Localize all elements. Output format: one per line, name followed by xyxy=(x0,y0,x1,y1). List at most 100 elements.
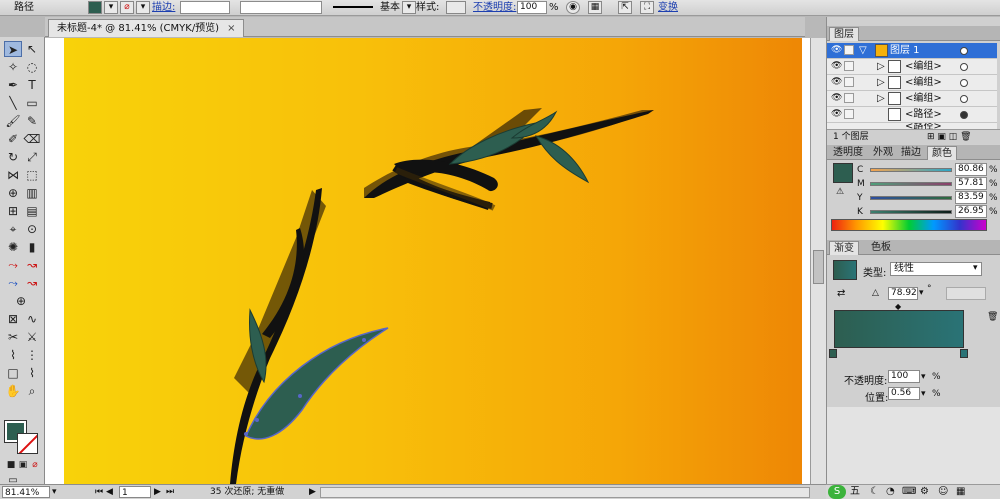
target-circle-icon[interactable] xyxy=(960,111,968,119)
eyedropper-icon[interactable]: ⌖ xyxy=(4,221,22,237)
width-tool-icon[interactable]: ⋈ xyxy=(4,167,22,183)
blend-tool-icon[interactable]: ⊙ xyxy=(23,221,41,237)
ime-moon-icon[interactable]: ☾ xyxy=(870,485,879,499)
magenta-value[interactable]: 57.81 xyxy=(955,177,987,190)
layer-row-3[interactable]: 👁 ▷ <编组> xyxy=(827,75,997,91)
gradient-stop-left[interactable] xyxy=(829,349,837,358)
direct-selection-tool-icon[interactable]: ↖ xyxy=(23,41,41,57)
layer-row-1[interactable]: 👁 ▽ 图层 1 xyxy=(827,43,997,59)
stroke-weight-field[interactable] xyxy=(180,1,230,14)
angle-field[interactable]: 78.92 xyxy=(888,287,918,300)
visibility-eye-icon[interactable]: 👁 xyxy=(831,61,842,71)
tab-gradient[interactable]: 渐变 xyxy=(829,241,859,255)
eraser-icon[interactable]: ⌫ xyxy=(23,131,41,147)
stroke-none-icon[interactable]: ⌀ xyxy=(120,1,134,14)
knife-icon[interactable]: ⚔ xyxy=(23,329,41,345)
eyedropper-tool-icon[interactable]: ⌇ xyxy=(23,365,41,381)
paintbrush-icon[interactable]: 🖌 xyxy=(4,113,22,129)
tab-swatches[interactable]: 色板 xyxy=(867,241,895,255)
expand-arrow-icon[interactable]: ▷ xyxy=(877,75,885,90)
next-artboard-icon[interactable]: ▶ xyxy=(154,486,161,498)
warp-icon[interactable]: ∿ xyxy=(23,311,41,327)
opacity-label[interactable]: 不透明度: xyxy=(473,0,516,15)
gradient-type-select[interactable]: 线性 xyxy=(890,262,982,276)
lock-toggle[interactable] xyxy=(844,61,854,71)
stop-opacity-dropdown-icon[interactable]: ▾ xyxy=(921,372,926,382)
stop-opacity-field[interactable]: 100 xyxy=(888,370,920,383)
style-picker[interactable] xyxy=(446,1,466,14)
first-artboard-icon[interactable]: ⏮ xyxy=(95,486,103,498)
color-spectrum-bar[interactable] xyxy=(831,219,987,231)
rect-select-icon[interactable]: □ xyxy=(4,365,22,381)
shape-builder-icon[interactable]: ⊕ xyxy=(4,185,22,201)
document-tab[interactable]: 未标题-4* @ 81.41% (CMYK/预览) × xyxy=(48,19,245,37)
select-similar-icon[interactable]: ⇱ xyxy=(618,1,632,14)
zoom-dropdown-icon[interactable]: ▾ xyxy=(52,486,57,498)
layers-footer-icons[interactable]: ⊞ ▣ ◫ 🗑 xyxy=(927,130,972,144)
lock-toggle[interactable] xyxy=(844,45,854,55)
opacity-field[interactable]: 100 xyxy=(517,1,547,14)
tab-color[interactable]: 颜色 xyxy=(927,146,957,160)
color-swatch[interactable] xyxy=(833,163,853,183)
align-icon[interactable]: ▦ xyxy=(588,1,602,14)
delete-stop-icon[interactable]: 🗑 xyxy=(987,312,998,322)
scissors-icon[interactable]: ✂ xyxy=(4,329,22,345)
gradient-tool-icon[interactable]: ▤ xyxy=(23,203,41,219)
status-menu-icon[interactable]: ▶ xyxy=(309,486,316,498)
black-slider[interactable]: K 26.95 % xyxy=(857,205,998,219)
stop-location-field[interactable]: 0.56 xyxy=(888,387,920,400)
yellow-slider[interactable]: Y 83.59 % xyxy=(857,191,998,205)
stop-location-dropdown-icon[interactable]: ▾ xyxy=(921,389,926,399)
ime-settings-icon[interactable]: ⚙ xyxy=(920,485,929,499)
tab-transparency[interactable]: 透明度 xyxy=(829,146,867,160)
reverse-gradient-icon[interactable]: ⇄ xyxy=(837,288,845,299)
gradient-stop-right[interactable] xyxy=(960,349,968,358)
fill-color-button[interactable] xyxy=(88,1,102,14)
close-tab-icon[interactable]: × xyxy=(227,23,235,34)
ime-logo-icon[interactable]: S xyxy=(828,485,846,499)
layer-row-4[interactable]: 👁 ▷ <编组> xyxy=(827,91,997,107)
column-graph-icon[interactable]: ▮ xyxy=(23,239,41,255)
expand-arrow-icon[interactable]: ▷ xyxy=(877,59,885,74)
black-value[interactable]: 26.95 xyxy=(955,205,987,218)
ime-user-icon[interactable]: ☺ xyxy=(938,485,948,499)
type-tool-icon[interactable]: T xyxy=(23,77,41,93)
tab-stroke[interactable]: 描边 xyxy=(897,146,925,160)
live-paint-bucket-icon[interactable]: ⤳ xyxy=(4,257,22,273)
artboard-tool-icon[interactable]: ⤳ xyxy=(4,275,22,291)
artwork-illustration[interactable] xyxy=(64,38,802,484)
target-circle-icon[interactable] xyxy=(960,79,968,87)
variable-width-field[interactable] xyxy=(240,1,322,14)
tab-appearance[interactable]: 外观 xyxy=(869,146,897,160)
lock-toggle[interactable] xyxy=(844,109,854,119)
pen-tool-icon[interactable]: ✒ xyxy=(4,77,22,93)
bar-graph-icon[interactable]: ⋮ xyxy=(23,347,41,363)
ime-grid-icon[interactable]: ▦ xyxy=(956,485,965,499)
mesh-tool-icon[interactable]: ⊞ xyxy=(4,203,22,219)
visibility-eye-icon[interactable]: 👁 xyxy=(831,45,842,55)
symbol-sprayer-icon[interactable]: ✺ xyxy=(4,239,22,255)
target-circle-icon[interactable] xyxy=(960,63,968,71)
visibility-eye-icon[interactable]: 👁 xyxy=(831,109,842,119)
tab-layers[interactable]: 图层 xyxy=(829,27,859,41)
blob-brush-icon[interactable]: ✐ xyxy=(4,131,22,147)
live-paint-select-icon[interactable]: ↝ xyxy=(23,257,41,273)
crosshair-tool-icon[interactable]: ⊕ xyxy=(12,293,30,309)
rotate-tool-icon[interactable]: ↻ xyxy=(4,149,22,165)
recolor-artwork-icon[interactable]: ◉ xyxy=(566,1,580,14)
free-transform-icon[interactable]: ⬚ xyxy=(23,167,41,183)
artboard-field[interactable]: 1 xyxy=(119,486,151,498)
line-tool-icon[interactable]: ╲ xyxy=(4,95,22,111)
scroll-thumb[interactable] xyxy=(813,250,824,284)
stroke-dropdown-icon[interactable]: ▾ xyxy=(136,1,150,14)
lock-toggle[interactable] xyxy=(844,77,854,87)
expand-arrow-icon[interactable]: ▷ xyxy=(877,91,885,106)
perspective-grid-icon[interactable]: ▥ xyxy=(23,185,41,201)
vertical-scrollbar[interactable] xyxy=(810,38,826,484)
visibility-eye-icon[interactable]: 👁 xyxy=(831,77,842,87)
type-dropdown-icon[interactable]: ▾ xyxy=(973,263,978,273)
magenta-slider[interactable]: M 57.81 % xyxy=(857,177,998,191)
visibility-eye-icon[interactable]: 👁 xyxy=(831,93,842,103)
lock-toggle[interactable] xyxy=(844,93,854,103)
fill-dropdown-icon[interactable]: ▾ xyxy=(104,1,118,14)
